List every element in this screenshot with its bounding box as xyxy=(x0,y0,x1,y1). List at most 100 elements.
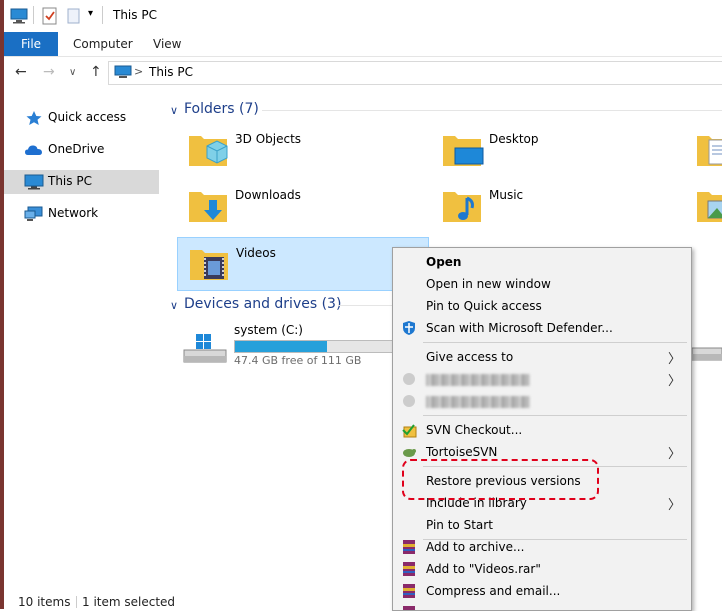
winrar-icon xyxy=(403,562,415,576)
context-menu: Open Open in new window Pin to Quick acc… xyxy=(392,247,692,611)
item-count: 10 items xyxy=(18,595,71,609)
tab-view[interactable]: View xyxy=(153,32,181,56)
winrar-icon xyxy=(403,540,415,554)
folder-downloads[interactable]: Downloads xyxy=(177,180,427,232)
folder-label: Videos xyxy=(236,246,276,260)
sidebar-item-label: OneDrive xyxy=(48,142,105,156)
menu-item-label: Open xyxy=(426,255,462,269)
folder-documents-partial[interactable] xyxy=(685,124,722,176)
menu-item-label: TortoiseSVN xyxy=(426,445,498,459)
folders-group-title[interactable]: Folders (7) xyxy=(184,101,259,117)
folder-desktop[interactable]: Desktop xyxy=(431,124,681,176)
folder-label: Music xyxy=(489,188,524,202)
sidebar-item-label: This PC xyxy=(48,174,92,188)
svn-checkout-icon xyxy=(402,424,417,438)
pictures-folder-icon xyxy=(697,192,722,222)
tab-computer[interactable]: Computer xyxy=(73,32,133,56)
menu-item-redacted-1[interactable]: 〉 xyxy=(393,368,691,390)
folder-pictures-partial[interactable] xyxy=(685,180,722,232)
sidebar-item-quick-access[interactable]: Quick access xyxy=(4,106,159,130)
redacted-label xyxy=(426,396,530,408)
music-folder-icon xyxy=(443,192,481,222)
collapse-chevron-icon[interactable]: ∨ xyxy=(170,104,178,117)
menu-item-give-access[interactable]: Give access to 〉 xyxy=(393,346,691,368)
menu-item-label: Scan with Microsoft Defender... xyxy=(426,321,613,335)
divider xyxy=(102,6,103,24)
cloud-icon xyxy=(25,145,42,155)
defender-icon xyxy=(403,321,415,335)
back-arrow-icon[interactable]: ← xyxy=(15,64,27,80)
menu-item-open[interactable]: Open xyxy=(393,251,691,273)
submenu-arrow-icon: 〉 xyxy=(667,498,681,513)
this-pc-icon xyxy=(114,65,132,78)
window-title: This PC xyxy=(113,8,157,22)
folder-3d-objects[interactable]: 3D Objects xyxy=(177,124,427,176)
status-bar: 10 items 1 item selected xyxy=(4,594,722,609)
customize-toolbar-icon[interactable]: ▾ xyxy=(88,8,93,19)
address-bar[interactable]: > This PC xyxy=(108,61,722,85)
menu-item-add-to-archive[interactable]: Add to archive... xyxy=(393,536,691,558)
sidebar-item-onedrive[interactable]: OneDrive xyxy=(4,138,159,162)
menu-item-pin-to-start[interactable]: Pin to Start xyxy=(393,514,691,536)
desktop-folder-icon xyxy=(443,136,484,166)
drive-label: system (C:) xyxy=(234,323,303,337)
tab-file[interactable]: File xyxy=(4,32,58,56)
menu-item-label: Pin to Quick access xyxy=(426,299,542,313)
title-bar: ▾ This PC xyxy=(4,0,722,32)
folder-label: Downloads xyxy=(235,188,301,202)
up-arrow-icon[interactable]: ↑ xyxy=(90,64,102,80)
drive-usage-bar xyxy=(234,340,396,353)
folder-label: 3D Objects xyxy=(235,132,302,146)
menu-item-redacted-2[interactable] xyxy=(393,390,691,412)
breadcrumb-separator-icon[interactable]: > xyxy=(134,65,143,78)
menu-separator xyxy=(423,415,687,416)
drives-group-title[interactable]: Devices and drives (3) xyxy=(184,296,341,312)
collapse-chevron-icon[interactable]: ∨ xyxy=(170,299,178,312)
menu-item-label: Open in new window xyxy=(426,277,551,291)
share-icon xyxy=(403,395,415,407)
menu-item-svn-checkout[interactable]: SVN Checkout... xyxy=(393,419,691,441)
drive-free-space: 47.4 GB free of 111 GB xyxy=(234,354,362,367)
ribbon-tabs: File Computer View xyxy=(4,32,722,57)
new-folder-icon[interactable] xyxy=(66,8,82,24)
monitor-icon xyxy=(24,174,44,190)
highlight-annotation xyxy=(402,459,599,500)
menu-item-label: Pin to Start xyxy=(426,518,493,532)
hard-drive-icon[interactable] xyxy=(690,340,722,364)
folder-label: Desktop xyxy=(489,132,539,146)
downloads-folder-icon xyxy=(189,192,227,222)
drive-usage-fill xyxy=(235,341,327,352)
submenu-arrow-icon: 〉 xyxy=(667,374,681,389)
menu-separator xyxy=(423,342,687,343)
group-divider xyxy=(262,110,722,111)
sidebar-item-network[interactable]: Network xyxy=(4,202,159,226)
tortoisesvn-icon xyxy=(403,449,416,457)
group-divider xyxy=(338,305,392,306)
forward-arrow-icon[interactable]: → xyxy=(43,64,55,80)
menu-item-label: SVN Checkout... xyxy=(426,423,523,437)
submenu-arrow-icon: 〉 xyxy=(667,447,681,462)
address-row: ← → ∨ ↑ > This PC xyxy=(4,58,722,88)
network-icon xyxy=(24,206,43,221)
this-pc-icon xyxy=(10,8,28,24)
recent-locations-chevron-icon[interactable]: ∨ xyxy=(69,67,76,78)
sidebar-item-this-pc[interactable]: This PC xyxy=(4,170,159,194)
videos-folder-icon xyxy=(190,250,228,280)
hard-drive-icon xyxy=(183,334,227,363)
share-icon xyxy=(403,373,415,385)
menu-item-label: Give access to xyxy=(426,350,514,364)
breadcrumb-this-pc[interactable]: This PC xyxy=(149,65,193,79)
properties-icon[interactable] xyxy=(42,7,58,25)
documents-folder-icon xyxy=(697,136,722,166)
menu-item-open-new-window[interactable]: Open in new window xyxy=(393,273,691,295)
menu-item-label: Add to archive... xyxy=(426,540,525,554)
menu-item-label: Add to "Videos.rar" xyxy=(426,562,541,576)
3d-objects-folder-icon xyxy=(189,136,228,166)
submenu-arrow-icon: 〉 xyxy=(667,352,681,367)
menu-item-pin-quick-access[interactable]: Pin to Quick access xyxy=(393,295,691,317)
menu-item-add-to-videos-rar[interactable]: Add to "Videos.rar" xyxy=(393,558,691,580)
sidebar-item-label: Quick access xyxy=(48,110,127,124)
menu-item-scan-defender[interactable]: Scan with Microsoft Defender... xyxy=(393,317,691,339)
navigation-pane: Quick access OneDrive This PC Network xyxy=(4,94,162,594)
folder-music[interactable]: Music xyxy=(431,180,681,232)
